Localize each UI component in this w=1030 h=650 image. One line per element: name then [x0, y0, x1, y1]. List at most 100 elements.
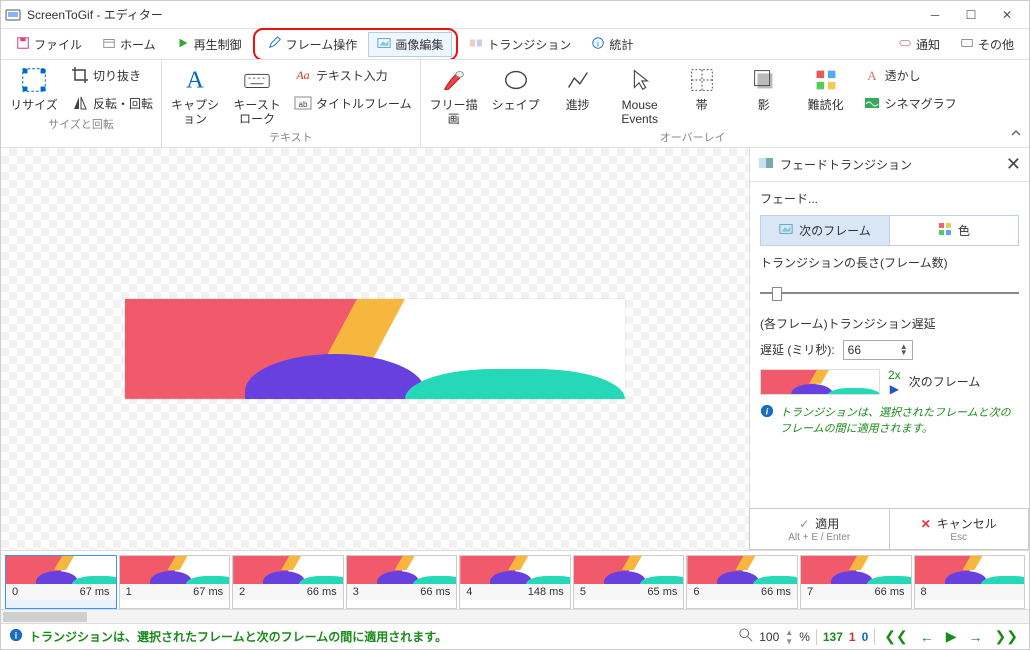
thumb-meta: 3 66 ms: [347, 584, 457, 600]
frame-thumb[interactable]: 8: [914, 555, 1026, 609]
thumb-image: [687, 556, 797, 584]
menu-home[interactable]: ホーム: [93, 32, 165, 57]
status-right: 100 ▲▼ % 137 1 0 ❮❮ ← ▶ → ❯❯: [739, 628, 1021, 646]
timeline-scrollbar[interactable]: [1, 609, 1029, 623]
freedraw-button[interactable]: フリー描画: [427, 64, 481, 127]
crop-button[interactable]: 切り抜き: [69, 64, 155, 86]
length-slider[interactable]: [760, 279, 1019, 307]
menu-frame[interactable]: フレーム操作: [259, 32, 367, 57]
menu-other[interactable]: その他: [951, 32, 1023, 57]
panel-close-button[interactable]: ✕: [1006, 154, 1021, 175]
menu-transition[interactable]: トランジション: [460, 32, 580, 57]
shadow-button[interactable]: 影: [737, 64, 791, 112]
nav-next-button[interactable]: →: [966, 629, 986, 645]
highlighted-tabs: フレーム操作 画像編集: [253, 28, 459, 61]
cinemagraph-button[interactable]: シネマグラフ: [861, 92, 959, 114]
pencil-icon: [268, 36, 282, 53]
thumb-meta: 266 ms: [233, 584, 343, 600]
nav-play-button[interactable]: ▶: [943, 628, 960, 645]
menu-playback[interactable]: 再生制御: [167, 32, 251, 57]
notify-icon: [898, 36, 912, 53]
menu-stats[interactable]: i 統計: [582, 32, 642, 57]
frame-thumb[interactable]: 666 ms: [686, 555, 798, 609]
svg-text:ab: ab: [299, 100, 308, 109]
menu-notify[interactable]: 通知: [889, 32, 949, 57]
fade-target-tabs: 次のフレーム 色: [760, 215, 1019, 246]
statusbar: i トランジションは、選択されたフレームと次のフレームの間に適用されます。 10…: [1, 623, 1029, 649]
ribbon-collapse-button[interactable]: [1009, 126, 1023, 143]
watermark-button[interactable]: A 透かし: [861, 64, 959, 86]
panel-info: i トランジションは、選択されたフレームと次のフレームの間に適用されます。: [760, 404, 1019, 436]
text-icon: Aa: [294, 66, 312, 84]
nav-first-button[interactable]: ❮❮: [881, 628, 910, 645]
border-button[interactable]: 帯: [675, 64, 729, 112]
cancel-button[interactable]: ✕キャンセル Esc: [889, 508, 1030, 550]
textinput-button[interactable]: Aa テキスト入力: [292, 64, 414, 86]
frame-ms: 67 ms: [193, 586, 223, 598]
frame-ms: 66 ms: [875, 586, 905, 598]
preview-mult-indicator: 2x ▶: [888, 368, 901, 396]
count-total: 137: [823, 630, 843, 644]
fade-label: フェード...: [760, 190, 1019, 207]
fliprotate-button[interactable]: 反転・回転: [69, 92, 155, 114]
frame-thumb[interactable]: 3 66 ms: [346, 555, 458, 609]
window-title: ScreenToGif - エディター: [27, 6, 917, 23]
apply-button[interactable]: ✓適用 Alt + E / Enter: [749, 508, 890, 550]
thumb-image: [233, 556, 343, 584]
thumb-meta: 167 ms: [120, 584, 230, 600]
frame-index: 0: [12, 586, 18, 598]
frame-index: 3: [353, 586, 359, 598]
check-icon: ✓: [799, 517, 809, 531]
frame-ms: 66 ms: [420, 586, 450, 598]
svg-text:A: A: [186, 67, 204, 94]
tab-next-frame[interactable]: 次のフレーム: [761, 216, 889, 245]
timeline[interactable]: 067 ms167 ms266 ms366 ms4148 ms565 ms666…: [1, 551, 1029, 609]
border-icon: [686, 64, 718, 96]
delay-spinner[interactable]: 66 ▲▼: [843, 340, 913, 360]
status-info: i トランジションは、選択されたフレームと次のフレームの間に適用されます。: [9, 628, 447, 645]
frame-thumb[interactable]: 766 ms: [800, 555, 912, 609]
frame-thumb[interactable]: 167 ms: [119, 555, 231, 609]
thumb-meta: 4148 ms: [460, 584, 570, 600]
play-arrow-icon: ▶: [890, 382, 899, 396]
maximize-button[interactable]: ☐: [953, 2, 989, 28]
minimize-button[interactable]: ─: [917, 2, 953, 28]
mouse-button[interactable]: Mouse Events: [613, 64, 667, 127]
thumb-meta: 0 67 ms: [6, 584, 116, 600]
frame-index: 5: [580, 586, 586, 598]
zoom-value: 100: [759, 630, 779, 644]
progress-button[interactable]: 進捗: [551, 64, 605, 112]
nav-prev-button[interactable]: ←: [917, 629, 937, 645]
thumb-image: [6, 556, 116, 584]
nav-last-button[interactable]: ❯❯: [992, 628, 1021, 645]
app-icon: [5, 7, 21, 23]
delay-section-label: (各フレーム)トランジション遅延: [760, 315, 1019, 332]
spinner-arrows[interactable]: ▲▼: [900, 344, 908, 356]
frame-index: 2: [239, 586, 245, 598]
group-label-size: サイズと回転: [7, 116, 155, 132]
frame-ms: 67 ms: [80, 586, 110, 598]
frame-index: 6: [693, 586, 699, 598]
crop-icon: [71, 66, 89, 84]
zoom-dropdown-icon[interactable]: ▲▼: [785, 628, 793, 646]
ribbon-group-size: リサイズ 切り抜き 反転・回転 サイズと回転: [1, 60, 162, 147]
resize-button[interactable]: リサイズ: [7, 64, 61, 112]
menu-image-edit[interactable]: 画像編集: [368, 32, 452, 57]
menu-file[interactable]: ファイル: [7, 32, 91, 57]
frame-thumb[interactable]: 565 ms: [573, 555, 685, 609]
tab-color[interactable]: 色: [889, 216, 1018, 245]
keystroke-button[interactable]: キーストローク: [230, 64, 284, 127]
obfuscate-button[interactable]: 難読化: [799, 64, 853, 112]
caption-icon: A: [179, 64, 211, 96]
shape-button[interactable]: シェイプ: [489, 64, 543, 112]
count-selected: 1: [849, 630, 856, 644]
canvas-area[interactable]: [1, 148, 749, 550]
thumb-image: [120, 556, 230, 584]
frame-thumb[interactable]: 4148 ms: [459, 555, 571, 609]
side-panel: フェードトランジション ✕ フェード... 次のフレーム 色 トランジションの長…: [749, 148, 1029, 550]
close-button[interactable]: ✕: [989, 2, 1025, 28]
titleframe-button[interactable]: ab タイトルフレーム: [292, 92, 414, 114]
frame-thumb[interactable]: 266 ms: [232, 555, 344, 609]
frame-thumb[interactable]: 0 67 ms: [5, 555, 117, 609]
caption-button[interactable]: A キャプション: [168, 64, 222, 127]
